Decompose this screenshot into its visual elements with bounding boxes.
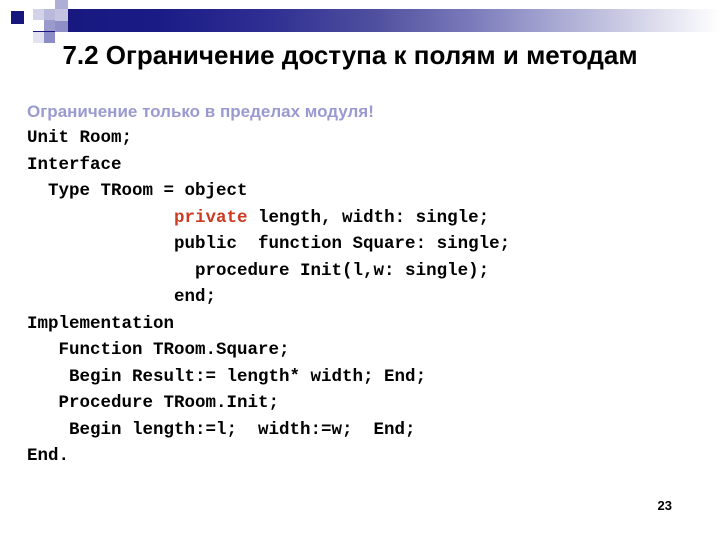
slide-title: 7.2 Ограничение доступа к полям и метода…: [62, 40, 638, 70]
body-subtitle: Ограничение только в пределах модуля!: [27, 102, 374, 121]
decor-square-lavender-c: [33, 20, 44, 31]
code-line-13: End.: [27, 446, 70, 466]
decor-square-mid-upper: [55, 9, 68, 21]
keyword-private: private: [174, 207, 248, 228]
code-line-12: Begin length:=l; width:=w; End;: [27, 419, 416, 440]
decor-square-top-tall: [55, 0, 68, 9]
code-line-11: Procedure TRoom.Init;: [27, 393, 280, 413]
gradient-bar: [33, 9, 720, 32]
code-line-7: end;: [27, 287, 217, 307]
code-line-9: Function TRoom.Square;: [27, 340, 290, 360]
code-line-6: procedure Init(l,w: single);: [27, 260, 490, 281]
code-line-8: Implementation: [27, 313, 175, 334]
code-line-1: Unit Room;: [27, 128, 133, 148]
decor-square-lavender-a: [33, 9, 44, 20]
decor-square-lavender-d: [44, 20, 55, 31]
decor-square-lavender-b: [44, 9, 55, 20]
code-line-2: Interface: [27, 154, 122, 175]
slide-canvas: 7.2 Ограничение доступа к полям и метода…: [0, 0, 720, 540]
code-line-10: Begin Result:= length* width; End;: [27, 366, 427, 387]
code-line-5: public function Square: single;: [27, 234, 511, 254]
code-line-3: Type TRoom = object: [27, 181, 248, 201]
decor-square-mid-lower: [55, 21, 68, 32]
slide-number: 23: [657, 498, 672, 513]
decor-square-navy: [11, 11, 24, 24]
code-line-4: private length, width: single;: [27, 205, 697, 232]
code-line-4-indent: [27, 208, 174, 228]
slide-body: Ограничение только в пределах модуля! Un…: [27, 98, 697, 470]
code-line-4-rest: length, width: single;: [247, 207, 490, 228]
